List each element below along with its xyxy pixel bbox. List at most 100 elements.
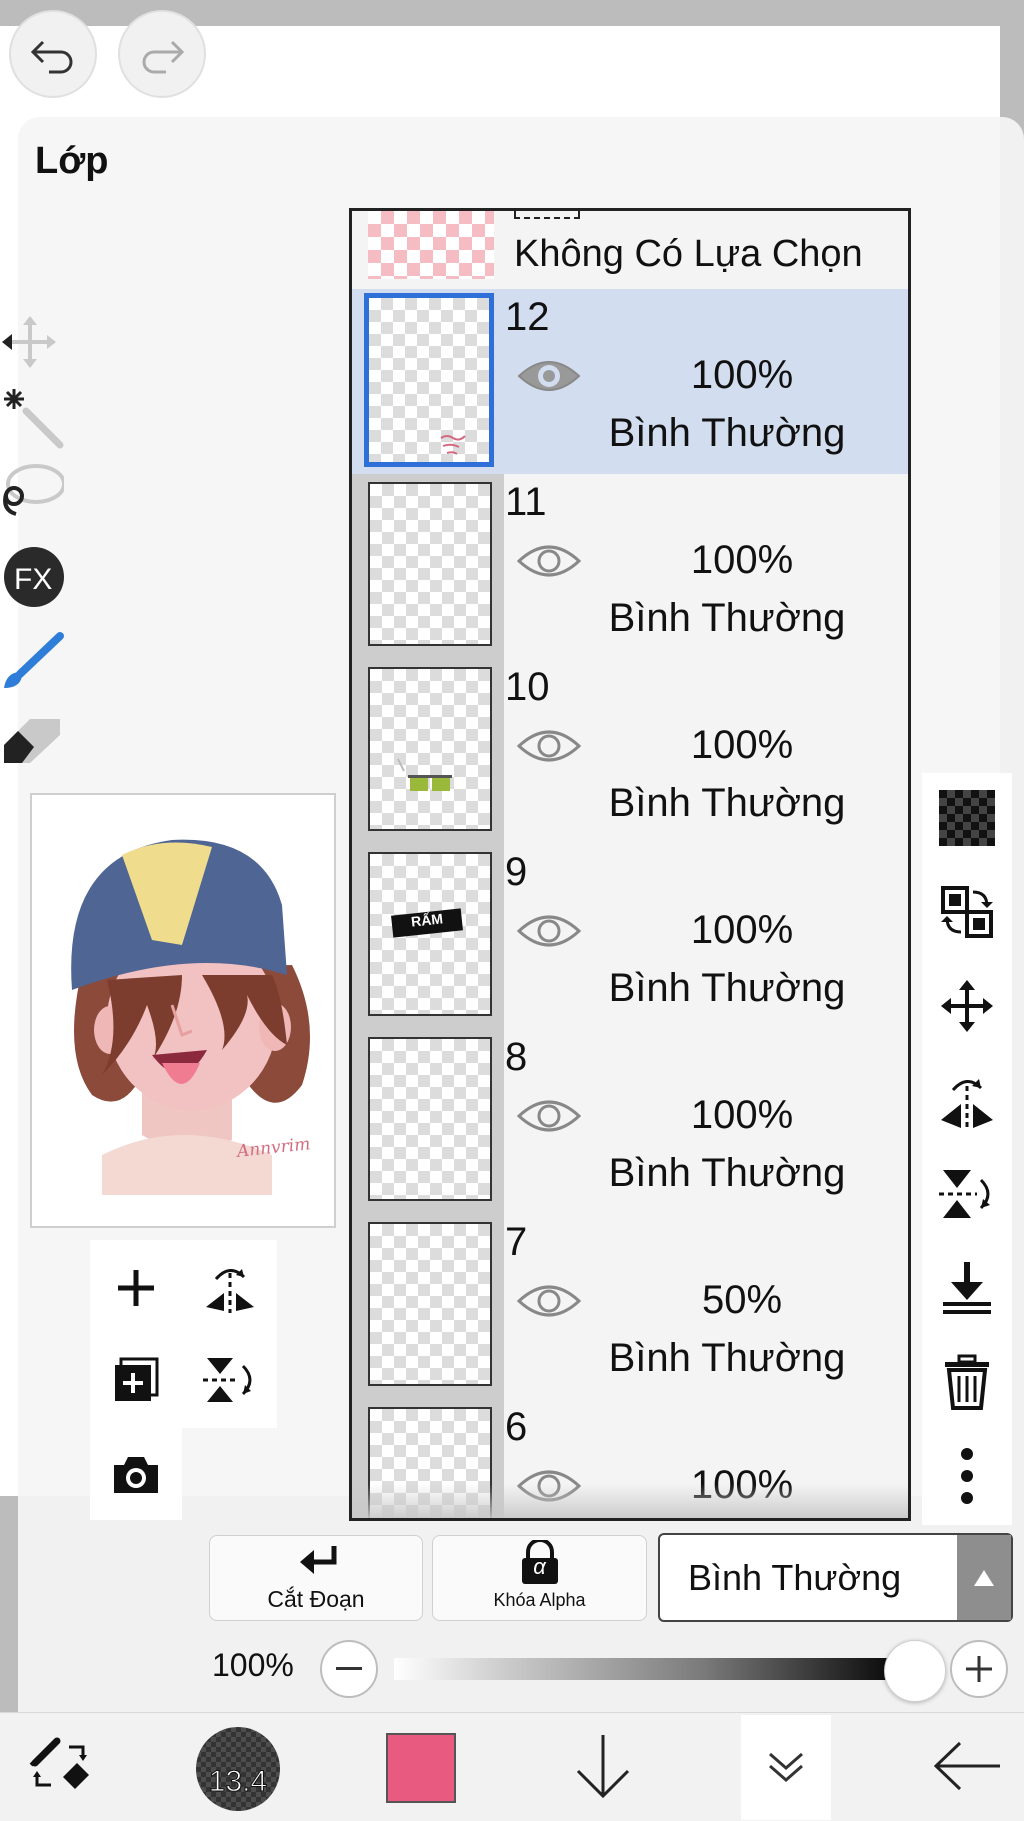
- arrow-down-button[interactable]: [568, 1712, 638, 1820]
- visibility-toggle[interactable]: [516, 724, 582, 768]
- visibility-toggle[interactable]: [516, 1279, 582, 1323]
- layer-number: 10: [505, 665, 550, 709]
- opacity-decrease-button[interactable]: [320, 1640, 378, 1698]
- eraser-icon: [4, 719, 60, 763]
- camera-icon: [114, 1457, 158, 1493]
- layer-row[interactable]: 10 100% Bình Thường: [352, 659, 908, 845]
- clipping-button[interactable]: Cắt Đoạn: [209, 1535, 423, 1621]
- delete-layer-button[interactable]: [922, 1342, 1012, 1422]
- add-layer-copy-button[interactable]: [101, 1345, 171, 1415]
- layer-list[interactable]: Không Có Lựa Chọn 12 100% Bình Thường 11: [349, 208, 911, 1521]
- merge-down-button[interactable]: [922, 1248, 1012, 1328]
- trash-icon: [945, 1354, 989, 1410]
- opacity-slider-track[interactable]: [394, 1658, 910, 1680]
- fx-icon: FX: [4, 547, 64, 607]
- blend-mode-select[interactable]: Bình Thường: [658, 1533, 1013, 1622]
- layer-number: 8: [505, 1035, 528, 1079]
- selection-layer-row[interactable]: Không Có Lựa Chọn: [352, 211, 908, 290]
- layer-thumb-wrap: [352, 1029, 504, 1214]
- layer-thumb-wrap: [352, 474, 504, 659]
- layer-row[interactable]: 12 100% Bình Thường: [352, 289, 908, 475]
- layer-number: 7: [505, 1220, 528, 1264]
- eye-icon: [516, 1100, 582, 1132]
- glasses-thumb-art: [397, 758, 452, 791]
- opacity-increase-button[interactable]: [950, 1640, 1008, 1698]
- flip-vertical-button[interactable]: [195, 1345, 265, 1415]
- layer-number: 12: [505, 295, 550, 339]
- add-layer-button[interactable]: [101, 1253, 171, 1323]
- layer-thumbnail: [368, 482, 492, 646]
- layer-row[interactable]: RẤM 9 100% Bình Thường: [352, 844, 908, 1030]
- flip-vertical-icon: [203, 1358, 252, 1402]
- tool-switch-button[interactable]: [20, 1712, 100, 1820]
- opacity-slider-thumb[interactable]: [884, 1640, 946, 1702]
- layer-thumb-wrap: RẤM: [352, 844, 504, 1029]
- layer-blend-mode: Bình Thường: [608, 411, 846, 455]
- layer-opacity: 100%: [690, 723, 794, 767]
- back-button[interactable]: [930, 1712, 1004, 1820]
- layer-blend-mode: Bình Thường: [608, 781, 846, 825]
- layer-thumbnail: [368, 1222, 492, 1386]
- clipping-arrow-icon: [300, 1546, 337, 1574]
- visibility-toggle[interactable]: [516, 1094, 582, 1138]
- opacity-label: 100%: [212, 1647, 294, 1683]
- flip-h-icon: [941, 1079, 993, 1128]
- panel-title: Lớp: [35, 140, 109, 182]
- eye-icon: [516, 1285, 582, 1317]
- layer-number: 6: [505, 1405, 528, 1449]
- color-swatch[interactable]: [386, 1733, 456, 1803]
- move-layer-button[interactable]: [922, 966, 1012, 1046]
- layer-opacity: 100%: [690, 353, 794, 397]
- fx-tool[interactable]: FX: [0, 545, 64, 609]
- undo-button[interactable]: [9, 10, 97, 98]
- brush-tool[interactable]: [0, 630, 64, 694]
- visibility-toggle[interactable]: [516, 539, 582, 583]
- flip-horizontal-icon: [206, 1269, 254, 1313]
- chevron-double-down-icon: [769, 1752, 803, 1782]
- more-options-button[interactable]: [922, 1436, 1012, 1516]
- eye-icon: [517, 361, 581, 391]
- layer-thumb-wrap: [352, 289, 504, 474]
- alpha-lock-label: Khóa Alpha: [493, 1590, 586, 1610]
- layer-row[interactable]: 11 100% Bình Thường: [352, 474, 908, 660]
- layer-thumb-wrap: [352, 659, 504, 844]
- layer-row[interactable]: 7 50% Bình Thường: [352, 1214, 908, 1400]
- visibility-toggle[interactable]: [517, 354, 581, 398]
- flip-v-icon: [939, 1170, 990, 1218]
- magic-wand-icon: [4, 389, 64, 449]
- lasso-icon: [3, 464, 64, 516]
- camera-button[interactable]: [101, 1440, 171, 1510]
- eraser-tool[interactable]: [0, 705, 64, 769]
- merge-down-icon: [943, 1262, 991, 1314]
- selection-layer-label: Không Có Lựa Chọn: [514, 233, 863, 275]
- visibility-toggle[interactable]: [516, 909, 582, 953]
- layer-opacity: 100%: [690, 1093, 794, 1137]
- flip-vertical-layer-button[interactable]: [922, 1154, 1012, 1234]
- tool-switch-icon: [29, 1737, 89, 1789]
- layer-thumb-wrap: [352, 1214, 504, 1399]
- transparency-button[interactable]: [922, 778, 1012, 858]
- swap-layer-button[interactable]: [922, 872, 1012, 952]
- layer-blend-mode: Bình Thường: [608, 1151, 846, 1195]
- eye-icon: [516, 915, 582, 947]
- eye-icon: [516, 545, 582, 577]
- more-icon: [961, 1448, 973, 1504]
- layer-thumbnail: [364, 293, 494, 467]
- layer-number: 9: [505, 850, 528, 894]
- layer-row[interactable]: 8 100% Bình Thường: [352, 1029, 908, 1215]
- magic-wand-tool[interactable]: [0, 385, 64, 449]
- layer-thumbnail: RẤM: [368, 852, 492, 1016]
- flip-horizontal-layer-button[interactable]: [922, 1060, 1012, 1140]
- redo-button[interactable]: [118, 10, 206, 98]
- layer-blend-mode: Bình Thường: [608, 966, 846, 1010]
- plus-icon: [966, 1656, 992, 1682]
- alpha-lock-button[interactable]: α Khóa Alpha: [432, 1535, 647, 1621]
- lasso-tool[interactable]: [0, 460, 64, 524]
- brush-icon: [4, 632, 64, 688]
- move-tool-icon: [2, 316, 56, 368]
- selection-icon: [514, 211, 580, 219]
- flip-horizontal-button[interactable]: [195, 1253, 265, 1323]
- blend-mode-dropdown-arrow[interactable]: [957, 1535, 1011, 1620]
- triangle-up-icon: [974, 1569, 994, 1586]
- move-tool[interactable]: [0, 310, 64, 374]
